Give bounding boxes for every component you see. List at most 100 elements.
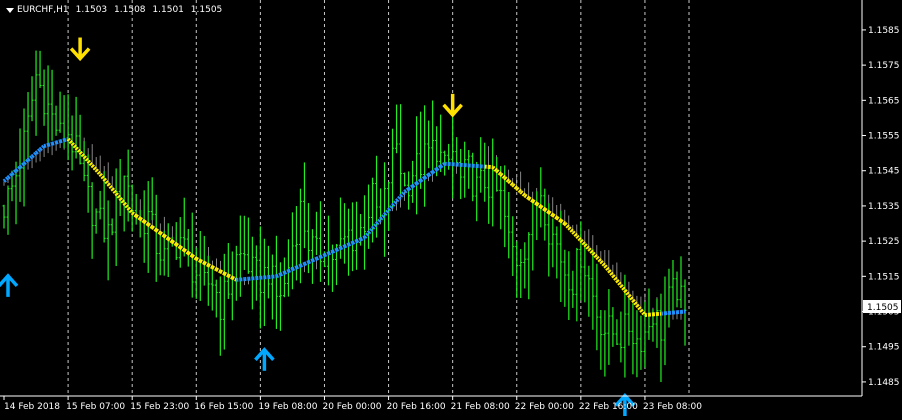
trend-segment-down — [220, 271, 224, 273]
trend-segment-up — [300, 264, 304, 266]
trend-segment-up — [441, 164, 445, 167]
trend-segment-down — [497, 171, 501, 175]
trend-segment-down — [613, 276, 617, 281]
time-tick-label: 16 Feb 15:00 — [194, 402, 253, 412]
trend-segment-up — [292, 268, 296, 270]
trend-segment-down — [629, 295, 633, 300]
trend-segment-up — [340, 246, 344, 248]
trend-segment-up — [357, 239, 361, 241]
trend-segment-down — [505, 178, 509, 182]
time-tick-label: 22 Feb 00:00 — [515, 402, 574, 412]
high-value: 1.1508 — [114, 5, 146, 15]
chart-window[interactable]: 1.15851.15751.15651.15551.15451.15351.15… — [0, 0, 902, 416]
trend-segment-up — [44, 145, 48, 146]
trend-segment-up — [8, 174, 12, 178]
price-scale: 1.15851.15751.15651.15551.15451.15351.15… — [862, 26, 900, 388]
trend-segment-up — [296, 266, 300, 268]
trend-segment-up — [385, 210, 389, 215]
trend-segment-down — [124, 203, 128, 208]
trend-segment-up — [4, 178, 8, 182]
trend-segment-down — [200, 261, 204, 263]
trend-segment-down — [148, 224, 152, 227]
trend-segment-up — [393, 201, 397, 206]
trend-segment-down — [76, 148, 80, 152]
trend-segment-up — [320, 255, 324, 257]
trend-segment-down — [164, 236, 168, 239]
trend-segment-down — [553, 215, 557, 218]
trend-segment-up — [345, 245, 349, 247]
trend-segment-up — [332, 250, 336, 252]
trend-segment-down — [208, 265, 212, 267]
trend-segment-up — [405, 189, 409, 192]
trend-segment-up — [381, 215, 385, 220]
arrow-up-icon — [255, 350, 273, 371]
symbol-label: EURCHF,H1 — [17, 5, 69, 15]
trend-segment-down — [513, 185, 517, 189]
price-tick-label: 1.1585 — [868, 26, 900, 36]
price-tick-label: 1.1515 — [868, 272, 900, 282]
trend-segment-down — [561, 221, 565, 224]
trend-segment-down — [533, 201, 537, 204]
trend-segment-down — [176, 244, 180, 247]
trend-segment-down — [232, 278, 236, 280]
trend-segment-up — [349, 243, 353, 245]
trend-segment-down — [565, 224, 569, 228]
trend-segment-down — [641, 310, 645, 315]
trend-segment-up — [16, 167, 20, 171]
arrow-up-icon — [0, 276, 17, 297]
price-tick-label: 1.1565 — [868, 96, 900, 106]
time-tick-label: 20 Feb 16:00 — [387, 402, 446, 412]
trend-segment-up — [401, 192, 405, 197]
trend-segment-up — [304, 262, 308, 264]
trend-segment-up — [336, 248, 340, 250]
trend-segment-up — [48, 144, 52, 145]
trend-segment-down — [88, 161, 92, 165]
price-tick-label: 1.1575 — [868, 61, 900, 71]
trend-segment-up — [280, 273, 284, 275]
trend-segment-up — [312, 259, 316, 261]
price-tick-label: 1.1485 — [868, 378, 900, 388]
trend-segment-down — [529, 198, 533, 201]
arrow-down-icon — [71, 38, 89, 59]
trend-segment-down — [192, 256, 196, 259]
trend-segment-down — [144, 222, 148, 225]
trend-segment-down — [581, 240, 585, 244]
trend-segment-down — [128, 208, 132, 213]
trend-segment-down — [100, 174, 104, 179]
price-tick-label: 1.1555 — [868, 132, 900, 142]
trend-segment-up — [276, 275, 280, 277]
trend-segment-down — [617, 281, 621, 286]
trend-segment-down — [216, 269, 220, 271]
trend-segment-up — [429, 172, 433, 175]
price-tick-label: 1.1525 — [868, 237, 900, 247]
trend-segment-down — [549, 212, 553, 215]
price-tick-label: 1.1495 — [868, 343, 900, 353]
trend-segment-down — [537, 204, 541, 207]
trend-segment-up — [425, 175, 429, 178]
trend-segment-up — [409, 186, 413, 189]
trend-segment-up — [361, 238, 365, 240]
trend-segment-down — [72, 143, 76, 147]
trend-segment-up — [433, 169, 437, 172]
trend-segment-up — [328, 252, 332, 254]
trend-segment-down — [160, 233, 164, 236]
time-tick-label: 20 Feb 00:00 — [322, 402, 381, 412]
trend-segment-down — [501, 174, 505, 178]
grid-lines — [68, 0, 689, 396]
trend-segment-down — [633, 300, 637, 305]
trend-segment-up — [353, 241, 357, 243]
trend-segment-up — [60, 140, 64, 141]
trend-segment-down — [92, 165, 96, 169]
ohlc-values: 1.1503 1.1508 1.1501 1.1505 — [72, 5, 223, 15]
trend-segment-up — [316, 257, 320, 259]
triangle-down-icon[interactable] — [6, 8, 14, 13]
current-price-label: 1.1505 — [867, 303, 899, 313]
trend-segment-down — [136, 216, 140, 219]
time-tick-label: 15 Feb 23:00 — [130, 402, 189, 412]
trend-segment-down — [188, 253, 192, 256]
trend-segment-down — [593, 253, 597, 257]
trend-segment-up — [377, 219, 381, 224]
price-chart[interactable]: 1.15851.15751.15651.15551.15451.15351.15… — [0, 0, 902, 416]
trend-segment-up — [397, 196, 401, 201]
trend-segment-down — [172, 242, 176, 245]
